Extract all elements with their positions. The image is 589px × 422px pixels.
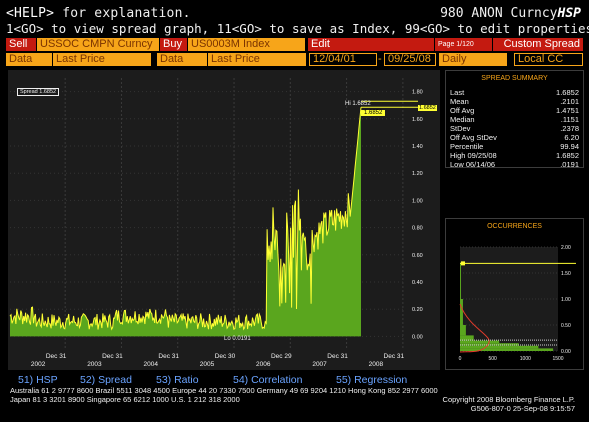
y-axis-ticks: 1.80 1.60 1.40 1.20 1.00 0.80 0.60 0.40 0.20 0.00 bbox=[412, 90, 423, 341]
occurrences-title: OCCURRENCES bbox=[487, 223, 542, 230]
x-year-label: 2004 bbox=[143, 361, 158, 368]
custom-spread-button[interactable]: Custom Spread bbox=[493, 38, 583, 51]
instructions-line: 1<GO> to view spread graph, 11<GO> to sa… bbox=[6, 21, 589, 36]
function-name: HSP bbox=[557, 6, 581, 21]
currency-field[interactable]: Local CC bbox=[514, 53, 583, 66]
summary-label: Low 06/14/06 bbox=[450, 160, 496, 169]
y-tick-label: 0.80 bbox=[412, 226, 423, 232]
menu-item-hsp[interactable]: 51) HSP bbox=[18, 374, 58, 386]
last-label: 1.6852 bbox=[361, 110, 386, 116]
side-panel: SPREAD SUMMARY Last 1.6852 Mean .2101 Off Av… bbox=[445, 70, 584, 370]
occ-y-tick: 0.00 bbox=[561, 349, 571, 355]
date-to-field[interactable]: 09/25/08 bbox=[384, 53, 436, 66]
x-month-label: Dec 30 bbox=[215, 353, 236, 360]
menu-item-ratio[interactable]: 53) Ratio bbox=[156, 374, 199, 386]
high-label: Hi 1.6852 bbox=[345, 101, 371, 107]
occ-y-tick: 1.00 bbox=[561, 297, 571, 303]
occ-y-tick: 1.50 bbox=[561, 271, 571, 277]
occurrences-chart: 2.00 1.50 1.00 0.50 0.00 0 500 1000 1500 bbox=[459, 245, 576, 362]
occ-last-marker bbox=[461, 261, 465, 266]
sell-button[interactable]: Sell bbox=[6, 38, 36, 51]
footer-right: Copyright 2008 Bloomberg Finance L.P. G5… bbox=[443, 395, 575, 413]
footer-session: G506-807-0 25-Sep-08 9:15:57 bbox=[470, 404, 575, 413]
period-field[interactable]: Daily bbox=[439, 53, 507, 66]
spread-area bbox=[10, 107, 361, 337]
high-marker: 1.6852 bbox=[418, 105, 437, 111]
legend-series-label: Spread bbox=[20, 89, 38, 95]
data1-field[interactable]: Last Price bbox=[53, 53, 151, 66]
data2-label: Data bbox=[157, 53, 207, 66]
security-header: 980 ANON CurncyHSP bbox=[440, 6, 581, 21]
occ-bar bbox=[460, 348, 554, 351]
help-key[interactable]: <HELP> bbox=[6, 6, 54, 21]
occ-bar bbox=[460, 262, 461, 299]
summary-row: Low 06/14/06 .0191 bbox=[450, 159, 579, 170]
occ-x-tick: 0 bbox=[459, 356, 462, 362]
security-type: Curncy bbox=[510, 6, 558, 21]
date-from-field[interactable]: 12/04/01 bbox=[309, 53, 377, 66]
x-year-label: 2008 bbox=[369, 361, 384, 368]
y-tick-label: 0.00 bbox=[412, 334, 423, 340]
footer-line1: Australia 61 2 9777 8600 Brazil 5511 304… bbox=[10, 386, 438, 395]
header: <HELP> for explanation. 980 ANON CurncyH… bbox=[0, 0, 589, 36]
help-line: <HELP> for explanation. bbox=[6, 6, 191, 21]
footer-line2: Japan 81 3 3201 8900 Singapore 65 6212 1… bbox=[10, 395, 240, 404]
sell-ticker-field[interactable]: USSOC CMPN Curncy bbox=[37, 38, 159, 51]
occ-bar bbox=[460, 299, 463, 325]
x-year-label: 2006 bbox=[256, 361, 271, 368]
legend-series-value: 1.6852 bbox=[39, 89, 57, 95]
y-tick-label: 1.80 bbox=[412, 90, 423, 96]
data2-field[interactable]: Last Price bbox=[208, 53, 306, 66]
occ-bar bbox=[460, 340, 500, 344]
occurrences-panel: OCCURRENCES 2.00 1.50 1.00 0.50 0.00 0 500 1000… bbox=[445, 218, 584, 370]
y-tick-label: 0.60 bbox=[412, 253, 423, 259]
spread-summary-panel: SPREAD SUMMARY Last 1.6852 Mean .2101 Off Av… bbox=[445, 70, 584, 170]
spread-summary-title: SPREAD SUMMARY bbox=[481, 75, 548, 82]
buy-button[interactable]: Buy bbox=[160, 38, 187, 51]
y-tick-label: 0.40 bbox=[412, 280, 423, 286]
x-year-label: 2005 bbox=[200, 361, 215, 368]
occ-y-tick: 0.50 bbox=[561, 323, 571, 329]
occ-x-tick: 500 bbox=[488, 356, 497, 362]
security-code: 980 ANON bbox=[440, 6, 503, 21]
x-year-label: 2002 bbox=[31, 361, 46, 368]
y-tick-label: 1.40 bbox=[412, 144, 423, 150]
x-year-label: 2007 bbox=[312, 361, 327, 368]
x-month-label: Dec 31 bbox=[384, 353, 405, 360]
menu-item-spread[interactable]: 52) Spread bbox=[80, 374, 132, 386]
menu-item-correlation[interactable]: 54) Correlation bbox=[233, 374, 302, 386]
spread-chart[interactable]: 1.80 1.60 1.40 1.20 1.00 0.80 0.60 0.40 0.20 0.00… bbox=[8, 70, 440, 370]
x-month-label: Dec 31 bbox=[102, 353, 123, 360]
low-label: Lo 0.0191 bbox=[224, 336, 251, 342]
footer-copyright: Copyright 2008 Bloomberg Finance L.P. bbox=[442, 395, 575, 404]
footer-contacts: Australia 61 2 9777 8600 Brazil 5511 304… bbox=[10, 386, 438, 404]
x-month-label: Dec 31 bbox=[327, 353, 348, 360]
summary-value: .0191 bbox=[560, 160, 579, 169]
edit-button[interactable]: Edit bbox=[308, 38, 434, 51]
menu-item-regression[interactable]: 55) Regression bbox=[336, 374, 407, 386]
y-tick-label: 1.60 bbox=[412, 117, 423, 123]
occ-bar bbox=[460, 325, 466, 336]
toolbar-row: Sell USSOC CMPN Curncy Buy US0003M Index… bbox=[6, 38, 586, 51]
help-text: for explanation. bbox=[54, 6, 191, 21]
y-tick-label: 1.00 bbox=[412, 198, 423, 204]
occ-x-tick: 1500 bbox=[552, 356, 563, 362]
x-year-label: 2003 bbox=[87, 361, 102, 368]
occ-y-tick: 2.00 bbox=[561, 245, 571, 251]
occ-bar bbox=[460, 345, 539, 349]
y-tick-label: 0.20 bbox=[412, 307, 423, 313]
y-tick-label: 1.20 bbox=[412, 171, 423, 177]
x-month-label: Dec 29 bbox=[271, 353, 292, 360]
x-month-label: Dec 31 bbox=[158, 353, 179, 360]
x-month-label: Dec 31 bbox=[46, 353, 67, 360]
legend-box: Spread 1.6852 bbox=[17, 88, 60, 96]
x-axis-labels: Dec 312002Dec 312003Dec 312004Dec 302005… bbox=[31, 353, 405, 368]
data-row: Data Last Price Data Last Price 12/04/01… bbox=[6, 53, 586, 66]
data1-label: Data bbox=[6, 53, 52, 66]
page-indicator: Page 1/120 bbox=[435, 38, 492, 51]
occ-x-tick: 1000 bbox=[520, 356, 531, 362]
buy-ticker-field[interactable]: US0003M Index bbox=[188, 38, 305, 51]
